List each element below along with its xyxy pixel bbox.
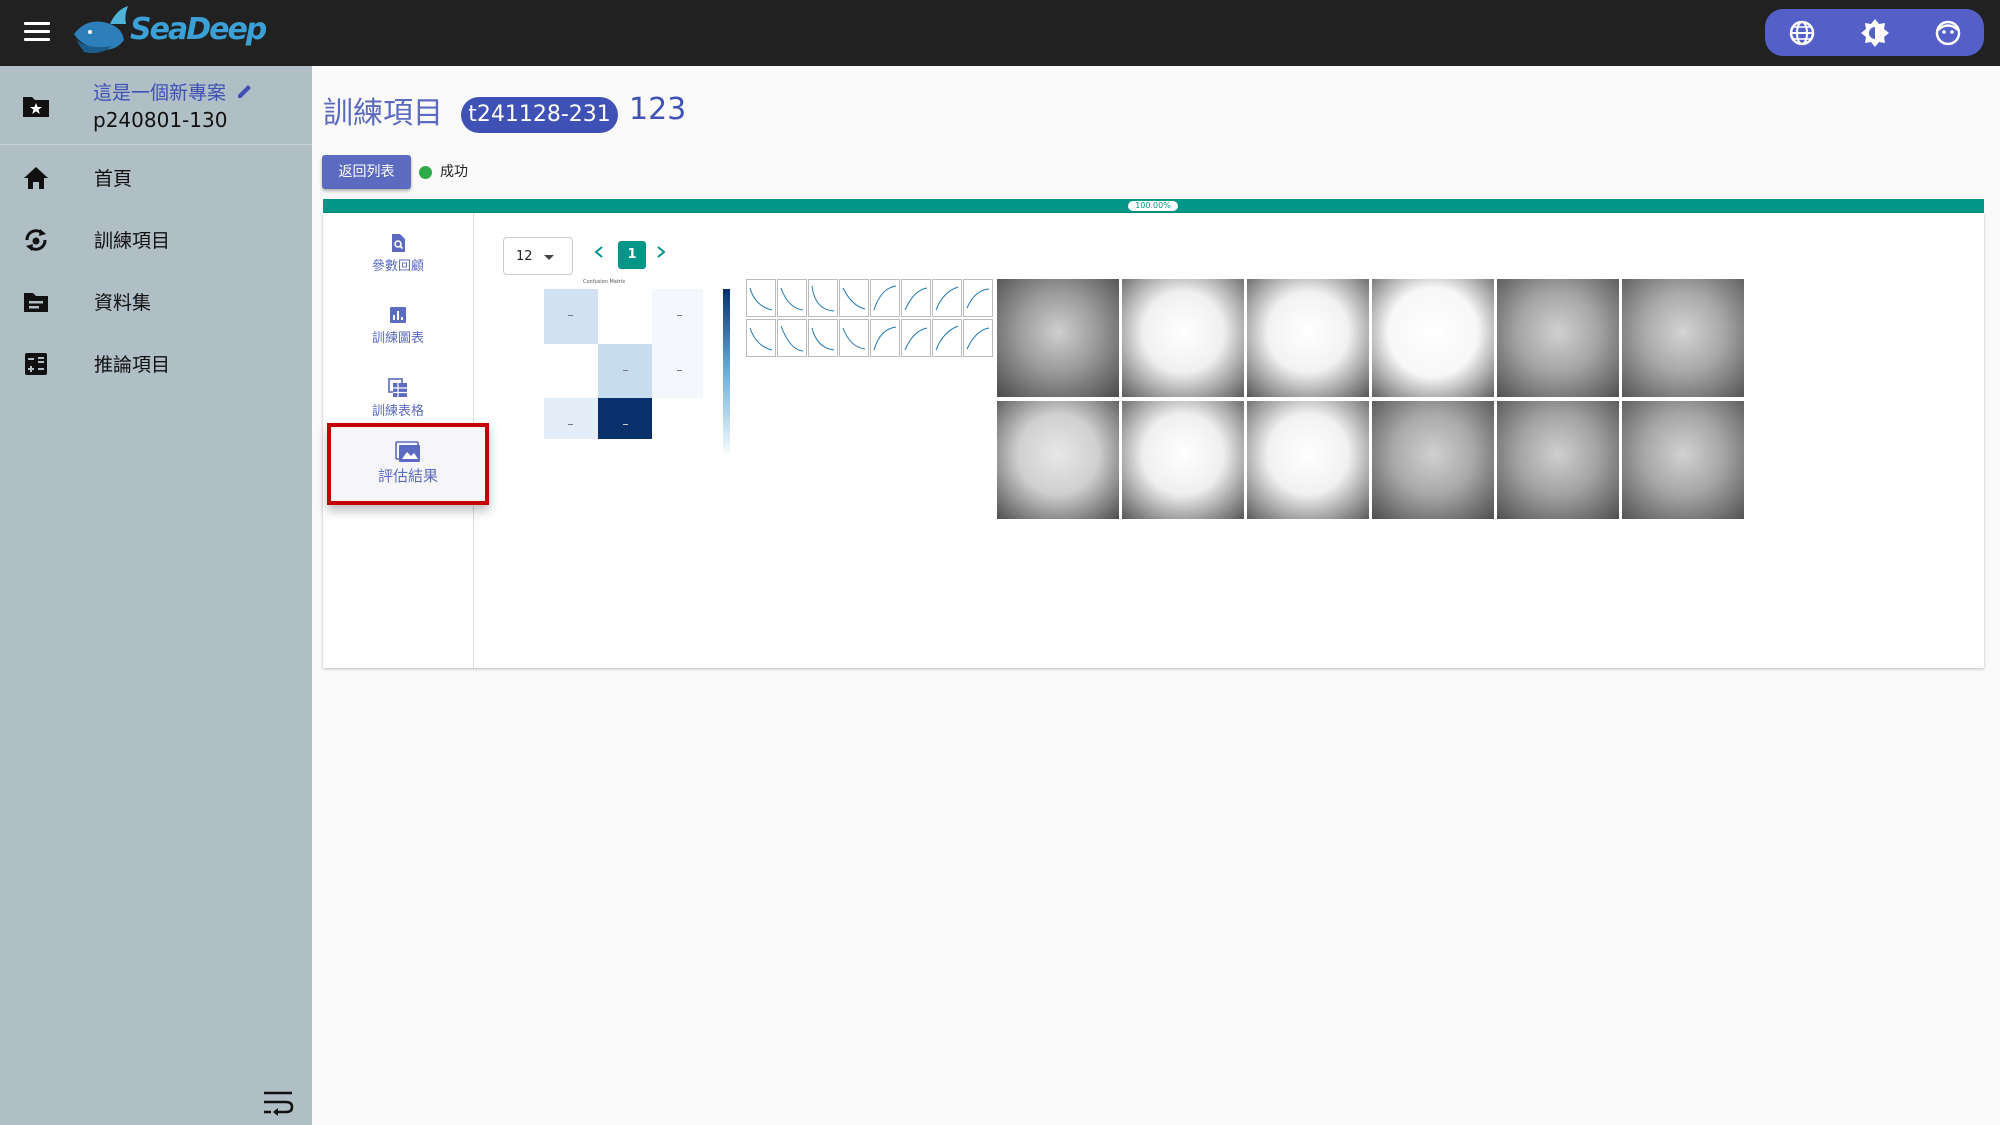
sidebar-item-label: 首頁 xyxy=(94,168,133,190)
sample-thumb xyxy=(997,279,1119,397)
page-size-select[interactable]: 12 xyxy=(503,237,573,275)
sidebar: 這是一個新專案 p240801-130 首頁 訓練項目 資料集 推論項目 xyxy=(0,66,312,1125)
home-icon xyxy=(24,167,48,189)
training-name: 123 xyxy=(629,92,687,127)
sample-thumb xyxy=(1247,279,1369,397)
top-app-bar: SeaDeep xyxy=(0,0,2000,66)
language-globe-icon[interactable] xyxy=(1784,15,1820,51)
tab-parameter-review[interactable]: 參數回顧 xyxy=(323,221,473,281)
tab-training-charts[interactable]: 訓練圖表 xyxy=(323,293,473,353)
starred-folder-icon xyxy=(23,97,49,117)
page-button-current[interactable]: 1 xyxy=(618,241,646,269)
image-gallery-icon xyxy=(395,441,420,462)
brightness-theme-icon[interactable] xyxy=(1857,15,1893,51)
tab-label: 訓練圖表 xyxy=(371,331,424,346)
project-header: 這是一個新專案 p240801-130 xyxy=(0,66,312,145)
check-circle-icon xyxy=(419,165,432,179)
sample-thumb xyxy=(1122,279,1244,397)
sidebar-item-label: 推論項目 xyxy=(94,354,171,376)
results-card: 參數回顧 訓練圖表 訓練表格 評估結果 12 1 Confusion Matri… xyxy=(323,213,1984,668)
document-search-icon xyxy=(392,234,405,252)
sample-thumb xyxy=(1122,401,1244,519)
curve-thumb xyxy=(932,279,962,317)
sidebar-item-inference[interactable]: 推論項目 xyxy=(0,332,312,392)
sidebar-item-label: 資料集 xyxy=(94,292,152,314)
curve-thumb xyxy=(901,279,931,317)
account-face-icon[interactable] xyxy=(1930,15,1966,51)
sample-thumb xyxy=(1622,279,1744,397)
curve-thumb xyxy=(870,279,900,317)
curve-thumb xyxy=(777,319,807,357)
chevron-right-icon[interactable] xyxy=(655,245,667,259)
chevron-left-icon[interactable] xyxy=(593,245,605,259)
sidebar-item-training[interactable]: 訓練項目 xyxy=(0,208,312,268)
menu-icon[interactable] xyxy=(20,18,54,48)
tab-training-table[interactable]: 訓練表格 xyxy=(323,366,473,426)
training-id-chip: t241128-231 xyxy=(461,97,618,133)
back-to-list-button[interactable]: 返回列表 xyxy=(322,155,411,189)
sample-thumb xyxy=(1372,401,1494,519)
confusion-matrix-image[interactable]: Confusion Matrix xyxy=(523,279,730,454)
training-curves-image[interactable] xyxy=(746,279,998,359)
sample-thumb xyxy=(1247,401,1369,519)
page-size-value: 12 xyxy=(516,249,533,264)
bar-chart-icon xyxy=(390,307,406,323)
curve-thumb xyxy=(839,279,869,317)
project-name[interactable]: 這是一個新專案 xyxy=(93,78,226,105)
curve-thumb xyxy=(870,319,900,357)
curve-thumb xyxy=(746,279,776,317)
status-text: 成功 xyxy=(440,164,468,180)
sample-thumb xyxy=(1497,279,1619,397)
curve-thumb xyxy=(963,319,993,357)
sidebar-item-home[interactable]: 首頁 xyxy=(0,146,312,206)
curve-thumb xyxy=(808,319,838,357)
sidebar-item-dataset[interactable]: 資料集 xyxy=(0,270,312,330)
tab-label: 訓練表格 xyxy=(371,404,424,419)
logo-text: SeaDeep xyxy=(130,12,267,47)
curve-thumb xyxy=(932,319,962,357)
tab-label: 評估結果 xyxy=(377,467,438,485)
table-icon xyxy=(388,378,407,397)
top-actions xyxy=(1765,9,1984,56)
sample-thumb xyxy=(1622,401,1744,519)
tab-evaluation-results[interactable]: 評估結果 xyxy=(327,423,489,505)
sidebar-collapse-icon[interactable] xyxy=(262,1086,294,1118)
page-title: 訓練項目 xyxy=(323,96,443,131)
project-id: p240801-130 xyxy=(93,108,228,132)
status-indicator: 成功 xyxy=(419,161,468,181)
sample-thumb xyxy=(997,401,1119,519)
progress-label: 100.00% xyxy=(1128,201,1178,211)
dropdown-caret-icon xyxy=(544,255,554,260)
curve-thumb xyxy=(777,279,807,317)
sample-predictions-image[interactable] xyxy=(997,279,1747,524)
curve-thumb xyxy=(839,319,869,357)
tab-label: 參數回顧 xyxy=(371,259,424,274)
side-tabs: 參數回顧 訓練圖表 訓練表格 評估結果 xyxy=(323,213,489,668)
sidebar-item-label: 訓練項目 xyxy=(94,230,171,252)
curve-thumb xyxy=(746,319,776,357)
calculator-icon xyxy=(25,353,47,375)
edit-pencil-icon[interactable] xyxy=(236,82,254,100)
sample-thumb xyxy=(1372,279,1494,397)
sample-thumb xyxy=(1497,401,1619,519)
folder-icon xyxy=(24,293,48,312)
training-icon xyxy=(25,229,47,251)
curve-thumb xyxy=(901,319,931,357)
curve-thumb xyxy=(963,279,993,317)
curve-thumb xyxy=(808,279,838,317)
